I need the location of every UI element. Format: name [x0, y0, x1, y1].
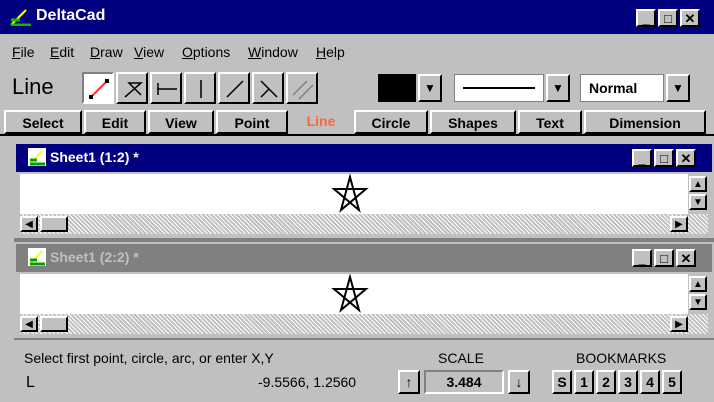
- sheet1-vertical-scrollbar[interactable]: ▲ ▼: [688, 174, 708, 214]
- sheet2-resize-grip[interactable]: [688, 314, 708, 334]
- scroll-thumb[interactable]: [40, 316, 68, 332]
- dropdown-arrow-icon: ▼: [424, 81, 436, 95]
- tab-text[interactable]: Text: [518, 110, 582, 134]
- perpendicular-line-icon: [260, 80, 278, 98]
- sheet1-title: Sheet1 (1:2) *: [50, 149, 139, 165]
- tab-strip-line: [0, 134, 714, 136]
- menu-window[interactable]: Window: [248, 44, 298, 60]
- mode-glyph: L: [26, 374, 35, 391]
- sheet2-minimize-button[interactable]: _: [632, 249, 652, 267]
- scroll-right-arrow[interactable]: ▶: [670, 216, 688, 232]
- angled-line-button[interactable]: [218, 72, 250, 104]
- angled-line-icon: [226, 80, 244, 98]
- dropdown-arrow-icon: ▼: [672, 81, 684, 95]
- sheet-window-1: Sheet1 (1:2) * _ □ ✕ ▲ ▼ ◀ ▶: [14, 142, 714, 238]
- arrow-up-icon: ↑: [405, 374, 413, 390]
- vertical-line-icon: [200, 80, 202, 98]
- scroll-thumb[interactable]: [40, 216, 68, 232]
- menu-options[interactable]: Options: [182, 44, 230, 60]
- line-connected-button[interactable]: [116, 72, 148, 104]
- scale-value[interactable]: 3.484: [424, 370, 504, 394]
- menu-help[interactable]: Help: [316, 44, 345, 60]
- line-two-points-icon: [89, 79, 109, 99]
- tab-view[interactable]: View: [148, 110, 214, 134]
- tab-point[interactable]: Point: [216, 110, 288, 134]
- scroll-left-arrow[interactable]: ◀: [20, 216, 38, 232]
- horizontal-line-icon: [157, 83, 177, 95]
- app-icon: [10, 8, 32, 27]
- tab-dimension[interactable]: Dimension: [584, 110, 706, 134]
- sheet1-maximize-button[interactable]: □: [654, 149, 674, 167]
- text-style-select[interactable]: Normal: [580, 74, 664, 102]
- minimize-button[interactable]: _: [636, 9, 656, 27]
- app-title: DeltaCad: [36, 7, 106, 24]
- menu-draw[interactable]: Draw: [90, 44, 123, 60]
- scroll-up-arrow[interactable]: ▲: [689, 276, 707, 292]
- app-titlebar[interactable]: [0, 0, 714, 34]
- parallel-line-icon: [292, 80, 314, 100]
- sheet1-close-button[interactable]: ✕: [676, 149, 696, 167]
- bookmark-3-button[interactable]: 3: [618, 370, 638, 394]
- text-style-dropdown-button[interactable]: ▼: [666, 74, 690, 102]
- bookmark-set-button[interactable]: S: [552, 370, 572, 394]
- color-dropdown-button[interactable]: ▼: [418, 74, 442, 102]
- tab-line[interactable]: Line: [290, 110, 352, 134]
- sheet2-canvas[interactable]: [20, 274, 688, 314]
- parallel-line-button[interactable]: [286, 72, 318, 104]
- scroll-right-arrow[interactable]: ▶: [670, 316, 688, 332]
- horizontal-line-button[interactable]: [150, 72, 182, 104]
- line-connected-icon: [124, 82, 143, 98]
- bookmark-5-button[interactable]: 5: [662, 370, 682, 394]
- sheet1-resize-grip[interactable]: [688, 214, 708, 234]
- bookmark-1-button[interactable]: 1: [574, 370, 594, 394]
- close-button[interactable]: ✕: [680, 9, 700, 27]
- scroll-down-arrow[interactable]: ▼: [689, 294, 707, 310]
- bookmarks-label: BOOKMARKS: [576, 350, 667, 366]
- menu-view[interactable]: View: [134, 44, 164, 60]
- sheet-window-2: Sheet1 (2:2) * _ □ ✕ ▲ ▼ ◀ ▶: [14, 242, 714, 338]
- menu-file[interactable]: File: [12, 44, 35, 60]
- sheet2-horizontal-scrollbar[interactable]: ◀ ▶: [20, 314, 688, 334]
- tab-shapes[interactable]: Shapes: [430, 110, 516, 134]
- bookmark-4-button[interactable]: 4: [640, 370, 660, 394]
- dropdown-arrow-icon: ▼: [552, 81, 564, 95]
- line-style-dropdown-button[interactable]: ▼: [546, 74, 570, 102]
- sheet-icon: [28, 148, 46, 166]
- toolbar-mode-label: Line: [12, 74, 54, 99]
- status-prompt: Select first point, circle, arc, or ente…: [24, 350, 274, 366]
- scroll-down-arrow[interactable]: ▼: [689, 194, 707, 210]
- scroll-left-arrow[interactable]: ◀: [20, 316, 38, 332]
- cursor-coordinates: -9.5566, 1.2560: [258, 374, 357, 390]
- perpendicular-line-button[interactable]: [252, 72, 284, 104]
- menu-edit[interactable]: Edit: [50, 44, 74, 60]
- line-style-preview: [463, 87, 535, 89]
- star-drawing-icon: [331, 174, 369, 213]
- line-two-points-button[interactable]: [82, 72, 114, 104]
- color-swatch[interactable]: [378, 74, 416, 102]
- sheet2-close-button[interactable]: ✕: [676, 249, 696, 267]
- tab-edit[interactable]: Edit: [84, 110, 146, 134]
- sheet2-title: Sheet1 (2:2) *: [50, 249, 139, 265]
- star-drawing-icon: [331, 274, 369, 313]
- scroll-up-arrow[interactable]: ▲: [689, 176, 707, 192]
- sheet-icon: [28, 248, 46, 266]
- sheet2-vertical-scrollbar[interactable]: ▲ ▼: [688, 274, 708, 314]
- sheet2-maximize-button[interactable]: □: [654, 249, 674, 267]
- vertical-line-button[interactable]: [184, 72, 216, 104]
- maximize-button[interactable]: □: [658, 9, 678, 27]
- bookmark-2-button[interactable]: 2: [596, 370, 616, 394]
- sheet1-canvas[interactable]: [20, 174, 688, 214]
- sheet1-minimize-button[interactable]: _: [632, 149, 652, 167]
- scale-decrease-button[interactable]: ↓: [508, 370, 530, 394]
- tab-circle[interactable]: Circle: [354, 110, 428, 134]
- line-style-select[interactable]: [454, 74, 544, 102]
- scale-label: SCALE: [438, 350, 484, 366]
- sheet1-horizontal-scrollbar[interactable]: ◀ ▶: [20, 214, 688, 234]
- arrow-down-icon: ↓: [515, 374, 523, 390]
- tab-select[interactable]: Select: [4, 110, 82, 134]
- scale-increase-button[interactable]: ↑: [398, 370, 420, 394]
